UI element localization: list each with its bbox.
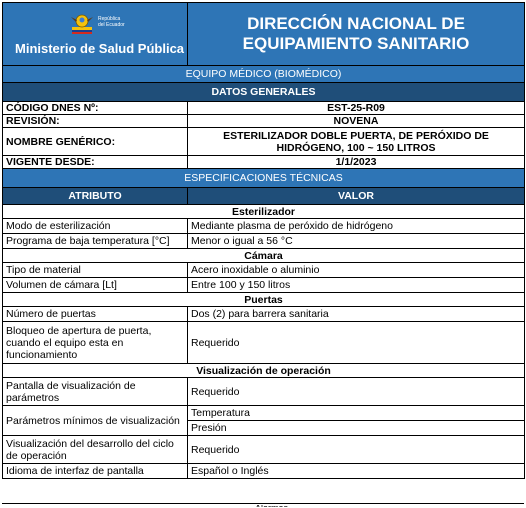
table-row-value: Menor o igual a 56 °C: [187, 233, 525, 249]
value-column-header: VALOR: [187, 187, 525, 205]
specs-heading: ESPECIFICACIONES TÉCNICAS: [2, 168, 525, 188]
title-line-1: DIRECCIÓN NACIONAL DE: [247, 14, 465, 33]
table-row-value: Dos (2) para barrera sanitaria: [187, 306, 525, 322]
page-title: DIRECCIÓN NACIONAL DE EQUIPAMIENTO SANIT…: [187, 2, 525, 66]
ecuador-crest-icon: [71, 14, 93, 34]
revision-label: REVISIÓN:: [2, 114, 188, 128]
table-row-value: Requerido: [187, 377, 525, 406]
table-row-value: Mediante plasma de peróxido de hidrógeno: [187, 218, 525, 234]
spec-sheet: República del Ecuador Ministerio de Salu…: [0, 0, 526, 507]
republic-caption: República del Ecuador: [98, 16, 125, 28]
table-row-attribute: Bloqueo de apertura de puerta, cuando el…: [2, 321, 188, 364]
section-chamber: Cámara: [2, 248, 525, 263]
revision-value: NOVENA: [187, 114, 525, 128]
section-operation-display: Visualización de operación: [2, 363, 525, 378]
code-value: EST-25-R09: [187, 101, 525, 115]
attribute-column-header: ATRIBUTO: [2, 187, 188, 205]
generic-name-label: NOMBRE GENÉRICO:: [2, 127, 188, 156]
table-row-value: Requerido: [187, 321, 525, 364]
table-row-value: Entre 100 y 150 litros: [187, 277, 525, 293]
table-row-attribute: Visualización del desarrollo del ciclo d…: [2, 435, 188, 464]
section-doors: Puertas: [2, 292, 525, 307]
table-row-value: Temperatura: [187, 405, 525, 421]
category-band: EQUIPO MÉDICO (BIOMÉDICO): [2, 65, 525, 83]
section-sterilizer: Esterilizador: [2, 204, 525, 219]
valid-since-value: 1/1/2023: [187, 155, 525, 169]
ministry-name: Ministerio de Salud Pública: [15, 41, 185, 56]
code-label: CÓDIGO DNES Nº:: [2, 101, 188, 115]
valid-since-label: VIGENTE DESDE:: [2, 155, 188, 169]
table-row-attribute: Tipo de material: [2, 262, 188, 278]
general-data-heading: DATOS GENERALES: [2, 82, 525, 102]
table-row-attribute: Idioma de interfaz de pantalla: [2, 463, 188, 479]
table-row-attribute: Volumen de cámara [Lt]: [2, 277, 188, 293]
title-line-2: EQUIPAMIENTO SANITARIO: [242, 34, 470, 53]
table-row-value: Requerido: [187, 435, 525, 464]
table-row-value: Español o Inglés: [187, 463, 525, 479]
republic-line-2: del Ecuador: [98, 22, 125, 28]
table-row-attribute: Número de puertas: [2, 306, 188, 322]
table-row-attribute: Programa de baja temperatura [°C]: [2, 233, 188, 249]
spec-table: República del Ecuador Ministerio de Salu…: [2, 2, 525, 479]
ministry-logo-block: República del Ecuador Ministerio de Salu…: [2, 2, 188, 66]
table-row-attribute: Pantalla de visualización de parámetros: [2, 377, 188, 406]
table-row-value: Acero inoxidable o aluminio: [187, 262, 525, 278]
table-row-value: Presión: [187, 420, 525, 436]
generic-name-value: ESTERILIZADOR DOBLE PUERTA, DE PERÓXIDO …: [187, 127, 525, 156]
table-row-attribute: Modo de esterilización: [2, 218, 188, 234]
table-row-attribute: Parámetros mínimos de visualización: [2, 405, 188, 436]
